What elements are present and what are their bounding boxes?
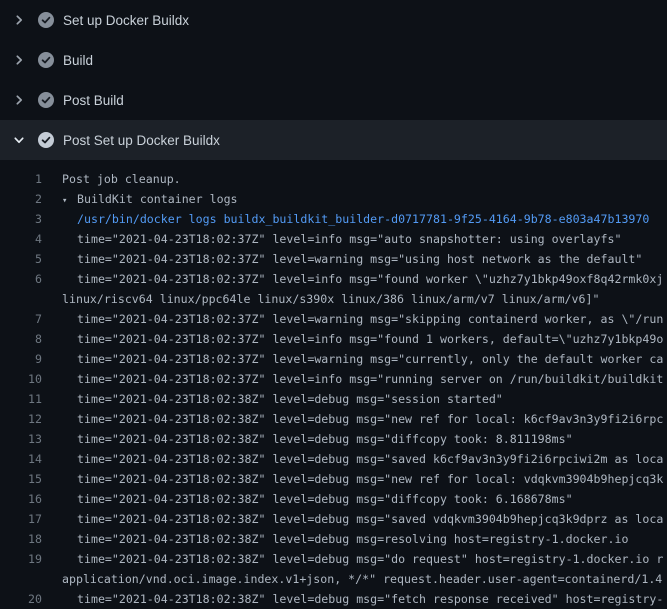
log-text: time="2021-04-23T18:02:38Z" level=debug … bbox=[42, 389, 503, 409]
check-circle-icon bbox=[38, 12, 54, 28]
log-line: 1Post job cleanup. bbox=[0, 169, 667, 189]
log-line: 6time="2021-04-23T18:02:37Z" level=info … bbox=[0, 269, 667, 289]
log-text: time="2021-04-23T18:02:37Z" level=warnin… bbox=[42, 309, 663, 329]
step-row-build[interactable]: Build bbox=[0, 40, 667, 80]
line-number[interactable]: 20 bbox=[0, 589, 42, 609]
check-circle-icon bbox=[38, 92, 54, 108]
check-circle-icon bbox=[38, 52, 54, 68]
log-line: 10time="2021-04-23T18:02:37Z" level=info… bbox=[0, 369, 667, 389]
log-line: 12time="2021-04-23T18:02:38Z" level=debu… bbox=[0, 409, 667, 429]
group-toggle-icon[interactable]: ▾ bbox=[62, 191, 77, 209]
log-text: time="2021-04-23T18:02:38Z" level=debug … bbox=[42, 589, 663, 609]
log-text: time="2021-04-23T18:02:38Z" level=debug … bbox=[42, 469, 663, 489]
line-number[interactable]: 6 bbox=[0, 269, 42, 289]
log-line: 18time="2021-04-23T18:02:38Z" level=debu… bbox=[0, 529, 667, 549]
step-label: Build bbox=[63, 53, 93, 68]
line-number[interactable]: 5 bbox=[0, 249, 42, 269]
group-header-label: BuildKit container logs bbox=[77, 192, 238, 206]
log-text: time="2021-04-23T18:02:37Z" level=info m… bbox=[42, 369, 663, 389]
log-text: time="2021-04-23T18:02:38Z" level=debug … bbox=[42, 489, 573, 509]
chevron-down-icon[interactable] bbox=[12, 133, 26, 147]
log-line: 19time="2021-04-23T18:02:38Z" level=debu… bbox=[0, 549, 667, 569]
log-line: 13time="2021-04-23T18:02:38Z" level=debu… bbox=[0, 429, 667, 449]
check-circle-icon bbox=[38, 132, 54, 148]
log-text: time="2021-04-23T18:02:38Z" level=debug … bbox=[42, 549, 663, 569]
line-number-empty bbox=[0, 569, 42, 589]
log-text: time="2021-04-23T18:02:37Z" level=info m… bbox=[42, 329, 663, 349]
step-row-set-up-docker-buildx[interactable]: Set up Docker Buildx bbox=[0, 0, 667, 40]
log-line: 8time="2021-04-23T18:02:37Z" level=info … bbox=[0, 329, 667, 349]
log-line: 11time="2021-04-23T18:02:38Z" level=debu… bbox=[0, 389, 667, 409]
log-text: time="2021-04-23T18:02:37Z" level=warnin… bbox=[42, 249, 642, 269]
chevron-right-icon[interactable] bbox=[12, 13, 26, 27]
line-number[interactable]: 3 bbox=[0, 209, 42, 229]
log-line: 15time="2021-04-23T18:02:38Z" level=debu… bbox=[0, 469, 667, 489]
line-number[interactable]: 7 bbox=[0, 309, 42, 329]
log-text: time="2021-04-23T18:02:38Z" level=debug … bbox=[42, 409, 663, 429]
log-line-continuation: application/vnd.oci.image.index.v1+json,… bbox=[0, 569, 667, 589]
line-number[interactable]: 15 bbox=[0, 469, 42, 489]
line-number[interactable]: 14 bbox=[0, 449, 42, 469]
log-text: time="2021-04-23T18:02:37Z" level=info m… bbox=[42, 269, 663, 289]
log-line: 3/usr/bin/docker logs buildx_buildkit_bu… bbox=[0, 209, 667, 229]
log-line: 5time="2021-04-23T18:02:37Z" level=warni… bbox=[0, 249, 667, 269]
log-text: time="2021-04-23T18:02:38Z" level=debug … bbox=[42, 509, 663, 529]
chevron-right-icon[interactable] bbox=[12, 53, 26, 67]
step-list: Set up Docker Buildx Build Post Build bbox=[0, 0, 667, 160]
line-number[interactable]: 10 bbox=[0, 369, 42, 389]
line-number[interactable]: 19 bbox=[0, 549, 42, 569]
chevron-right-icon[interactable] bbox=[12, 93, 26, 107]
command-text: /usr/bin/docker logs buildx_buildkit_bui… bbox=[42, 209, 649, 229]
log-line: 17time="2021-04-23T18:02:38Z" level=debu… bbox=[0, 509, 667, 529]
log-text: time="2021-04-23T18:02:38Z" level=debug … bbox=[42, 429, 573, 449]
line-number[interactable]: 11 bbox=[0, 389, 42, 409]
line-number-empty bbox=[0, 289, 42, 309]
step-row-post-build[interactable]: Post Build bbox=[0, 80, 667, 120]
log-line: 14time="2021-04-23T18:02:38Z" level=debu… bbox=[0, 449, 667, 469]
line-number[interactable]: 8 bbox=[0, 329, 42, 349]
line-number[interactable]: 12 bbox=[0, 409, 42, 429]
line-number[interactable]: 4 bbox=[0, 229, 42, 249]
log-line-continuation: linux/riscv64 linux/ppc64le linux/s390x … bbox=[0, 289, 667, 309]
line-number[interactable]: 2 bbox=[0, 189, 42, 209]
log-line: 2▾BuildKit container logs bbox=[0, 189, 667, 209]
line-number[interactable]: 13 bbox=[0, 429, 42, 449]
log-text-continuation: linux/riscv64 linux/ppc64le linux/s390x … bbox=[42, 289, 599, 309]
line-number[interactable]: 17 bbox=[0, 509, 42, 529]
log-line: 16time="2021-04-23T18:02:38Z" level=debu… bbox=[0, 489, 667, 509]
log-text: time="2021-04-23T18:02:37Z" level=info m… bbox=[42, 229, 621, 249]
log-text: time="2021-04-23T18:02:37Z" level=warnin… bbox=[42, 349, 663, 369]
log-text: time="2021-04-23T18:02:38Z" level=debug … bbox=[42, 449, 663, 469]
log-line: 20time="2021-04-23T18:02:38Z" level=debu… bbox=[0, 589, 667, 609]
step-log-output: 1Post job cleanup.2▾BuildKit container l… bbox=[0, 160, 667, 609]
log-line: 4time="2021-04-23T18:02:37Z" level=info … bbox=[0, 229, 667, 249]
log-group-header: ▾BuildKit container logs bbox=[42, 189, 238, 209]
step-label: Post Build bbox=[63, 93, 124, 108]
line-number[interactable]: 18 bbox=[0, 529, 42, 549]
step-label: Set up Docker Buildx bbox=[63, 13, 189, 28]
line-number[interactable]: 9 bbox=[0, 349, 42, 369]
log-line: 7time="2021-04-23T18:02:37Z" level=warni… bbox=[0, 309, 667, 329]
log-text-continuation: application/vnd.oci.image.index.v1+json,… bbox=[42, 569, 662, 589]
log-text: time="2021-04-23T18:02:38Z" level=debug … bbox=[42, 529, 628, 549]
line-number[interactable]: 16 bbox=[0, 489, 42, 509]
step-row-post-set-up-docker-buildx[interactable]: Post Set up Docker Buildx bbox=[0, 120, 667, 160]
workflow-log-viewer: Set up Docker Buildx Build Post Build bbox=[0, 0, 667, 609]
step-label: Post Set up Docker Buildx bbox=[63, 133, 220, 148]
log-line: 9time="2021-04-23T18:02:37Z" level=warni… bbox=[0, 349, 667, 369]
log-text: Post job cleanup. bbox=[42, 169, 181, 189]
line-number[interactable]: 1 bbox=[0, 169, 42, 189]
